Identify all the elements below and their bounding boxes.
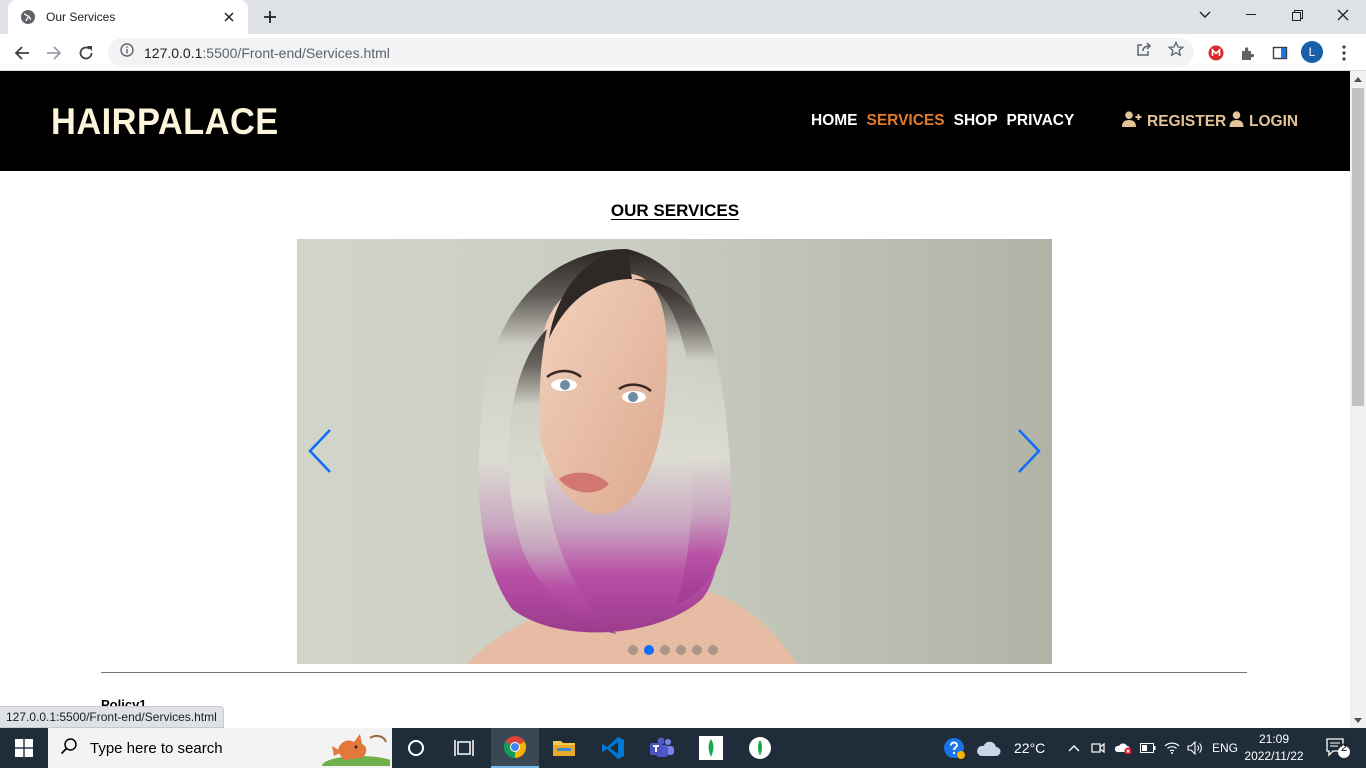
mongodb-compass-icon[interactable] [687,728,735,768]
clock-date: 2022/11/22 [1244,749,1304,763]
notification-count: 2 [1340,742,1348,754]
close-window-button[interactable] [1320,0,1366,30]
taskbar-search-box[interactable]: Type here to search [48,728,398,768]
minimize-button[interactable] [1228,0,1274,30]
search-highlight-fox-image [320,730,398,768]
bookmark-star-icon[interactable] [1167,40,1185,58]
nav-home[interactable]: HOME [811,112,858,130]
mega-extension-icon[interactable] [1206,43,1226,63]
close-tab-icon[interactable] [220,8,238,26]
info-icon[interactable] [120,43,134,62]
volume-icon[interactable] [1184,728,1206,768]
carousel-next-button[interactable] [1014,427,1044,475]
meet-now-icon[interactable] [1087,728,1109,768]
user-icon [1229,111,1244,132]
site-logo[interactable]: HAIRPALACE [51,101,279,143]
register-link[interactable]: REGISTER [1122,111,1226,132]
clock-time: 21:09 [1258,732,1290,746]
nav-privacy[interactable]: PRIVACY [1007,112,1075,130]
taskbar-clock[interactable]: 21:09 2022/11/22 [1232,731,1316,765]
carousel-prev-button[interactable] [305,427,335,475]
onedrive-error-icon[interactable] [1111,728,1135,768]
carousel-indicator-dot[interactable] [644,645,654,655]
login-link[interactable]: LOGIN [1229,111,1298,132]
address-bar[interactable]: 127.0.0.1:5500/Front-end/Services.html [108,38,1194,67]
tab-title: Our Services [46,10,116,24]
vscode-icon[interactable] [589,728,637,768]
chrome-taskbar-icon[interactable] [491,728,539,768]
carousel-indicator-dot[interactable] [660,645,670,655]
login-label: LOGIN [1249,112,1299,130]
forward-button[interactable] [40,39,68,67]
page-title: OUR SERVICES [610,201,740,220]
extensions-puzzle-icon[interactable] [1238,43,1258,63]
carousel-indicator-dot[interactable] [692,645,702,655]
action-center-icon[interactable]: 2 [1318,728,1358,768]
task-view-icon[interactable] [440,728,488,768]
carousel-indicator-dot[interactable] [708,645,718,655]
scroll-down-icon[interactable] [1354,718,1362,723]
windows-start-button[interactable] [0,728,48,768]
status-bar-url: 127.0.0.1:5500/Front-end/Services.html [0,706,224,728]
services-carousel[interactable] [297,239,1052,664]
carousel-indicator-dot[interactable] [628,645,638,655]
browser-tab[interactable]: Our Services [8,0,248,34]
page-scrollbar[interactable] [1350,71,1366,728]
browser-menu-icon[interactable] [1334,43,1354,63]
page-viewport: HAIRPALACE HOME SERVICES SHOP PRIVACY RE… [0,71,1350,728]
globe-icon [20,9,36,25]
profile-avatar[interactable]: L [1301,41,1323,63]
file-explorer-icon[interactable] [540,728,588,768]
teams-icon[interactable] [638,728,686,768]
nav-services[interactable]: SERVICES [867,112,945,130]
windows-taskbar: Type here to search 22°C ENG 21:09 2022/… [0,728,1366,768]
tab-search-icon[interactable] [1182,0,1228,30]
mongodb-icon[interactable] [736,728,784,768]
carousel-indicator-dot[interactable] [676,645,686,655]
search-icon [60,737,78,760]
main-nav: HOME SERVICES SHOP PRIVACY [811,112,1074,130]
scrollbar-thumb[interactable] [1352,88,1364,406]
browser-toolbar: 127.0.0.1:5500/Front-end/Services.html L [0,34,1366,71]
weather-cloud-icon[interactable] [970,728,1006,768]
carousel-slide-image [467,249,797,664]
url-text: 127.0.0.1:5500/Front-end/Services.html [144,44,390,61]
site-header: HAIRPALACE HOME SERVICES SHOP PRIVACY RE… [0,71,1350,171]
search-placeholder: Type here to search [90,739,223,757]
weather-temperature[interactable]: 22°C [1014,740,1045,756]
user-plus-icon [1122,111,1142,132]
scroll-up-icon[interactable] [1354,77,1362,82]
wifi-icon[interactable] [1161,728,1183,768]
new-tab-button[interactable] [258,6,282,28]
back-button[interactable] [8,39,36,67]
restore-button[interactable] [1274,0,1320,30]
nav-shop[interactable]: SHOP [954,112,998,130]
carousel-indicators [628,645,718,655]
cortana-icon[interactable] [392,728,440,768]
reload-button[interactable] [72,39,100,67]
side-panel-icon[interactable] [1270,43,1290,63]
register-label: REGISTER [1147,112,1227,130]
battery-icon[interactable] [1137,728,1159,768]
section-divider [101,672,1247,673]
share-icon[interactable] [1135,40,1153,58]
browser-tab-bar: Our Services [0,0,1366,34]
tray-expand-icon[interactable] [1062,728,1086,768]
